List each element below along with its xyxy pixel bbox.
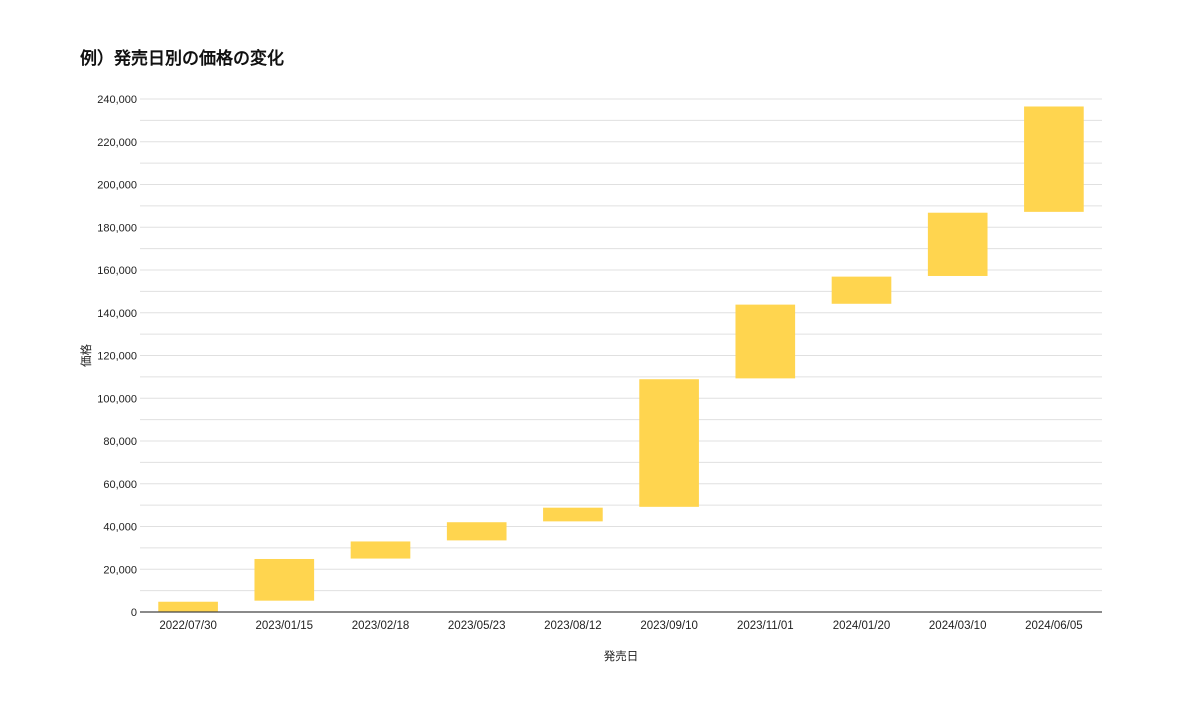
y-tick-labels: 0 20,000 40,000 60,000 80,000 100,000 120,000 1… xyxy=(97,94,137,619)
y-tick-label: 140,000 xyxy=(97,308,137,320)
x-tick-label: 2024/01/20 xyxy=(833,620,891,632)
y-tick-label: 20,000 xyxy=(103,564,137,576)
grid-lines xyxy=(140,98,1102,592)
y-tick-label: 240,000 xyxy=(97,94,137,106)
bar xyxy=(831,276,892,304)
bar xyxy=(254,558,315,601)
x-tick-label: 2024/03/10 xyxy=(929,620,987,632)
y-tick-label: 180,000 xyxy=(97,222,137,234)
bar xyxy=(1024,106,1084,212)
y-axis-label: 価格 xyxy=(79,344,93,367)
x-tick-label: 2023/02/18 xyxy=(352,620,410,632)
bars xyxy=(158,106,1084,612)
bar xyxy=(927,212,988,276)
y-tick-label: 160,000 xyxy=(97,265,137,277)
y-tick-label: 40,000 xyxy=(103,522,137,534)
bar xyxy=(543,507,603,522)
y-tick-label: 120,000 xyxy=(97,351,137,363)
bar xyxy=(639,379,699,507)
x-tick-label: 2023/09/10 xyxy=(640,620,698,632)
x-axis-label: 発売日 xyxy=(604,649,639,663)
bar xyxy=(350,541,411,559)
y-tick-label: 220,000 xyxy=(97,137,137,149)
x-tick-label: 2023/11/01 xyxy=(737,620,794,632)
y-tick-label: 60,000 xyxy=(103,479,137,491)
x-tick-labels: 2022/07/30 2023/01/15 2023/02/18 2023/05/23… xyxy=(159,620,1082,632)
y-tick-label: 0 xyxy=(131,607,137,619)
x-tick-label: 2024/06/05 xyxy=(1025,620,1083,632)
x-tick-label: 2022/07/30 xyxy=(159,620,217,632)
y-tick-label: 100,000 xyxy=(97,393,137,405)
y-tick-label: 200,000 xyxy=(97,180,137,192)
x-tick-label: 2023/05/23 xyxy=(448,620,506,632)
x-tick-label: 2023/01/15 xyxy=(256,620,314,632)
bar xyxy=(735,304,796,379)
x-tick-label: 2023/08/12 xyxy=(544,620,602,632)
bar xyxy=(446,522,507,541)
y-tick-label: 80,000 xyxy=(103,436,137,448)
chart-svg: 0 20,000 40,000 60,000 80,000 100,000 120,000 1… xyxy=(79,94,1102,663)
bar xyxy=(158,601,218,612)
